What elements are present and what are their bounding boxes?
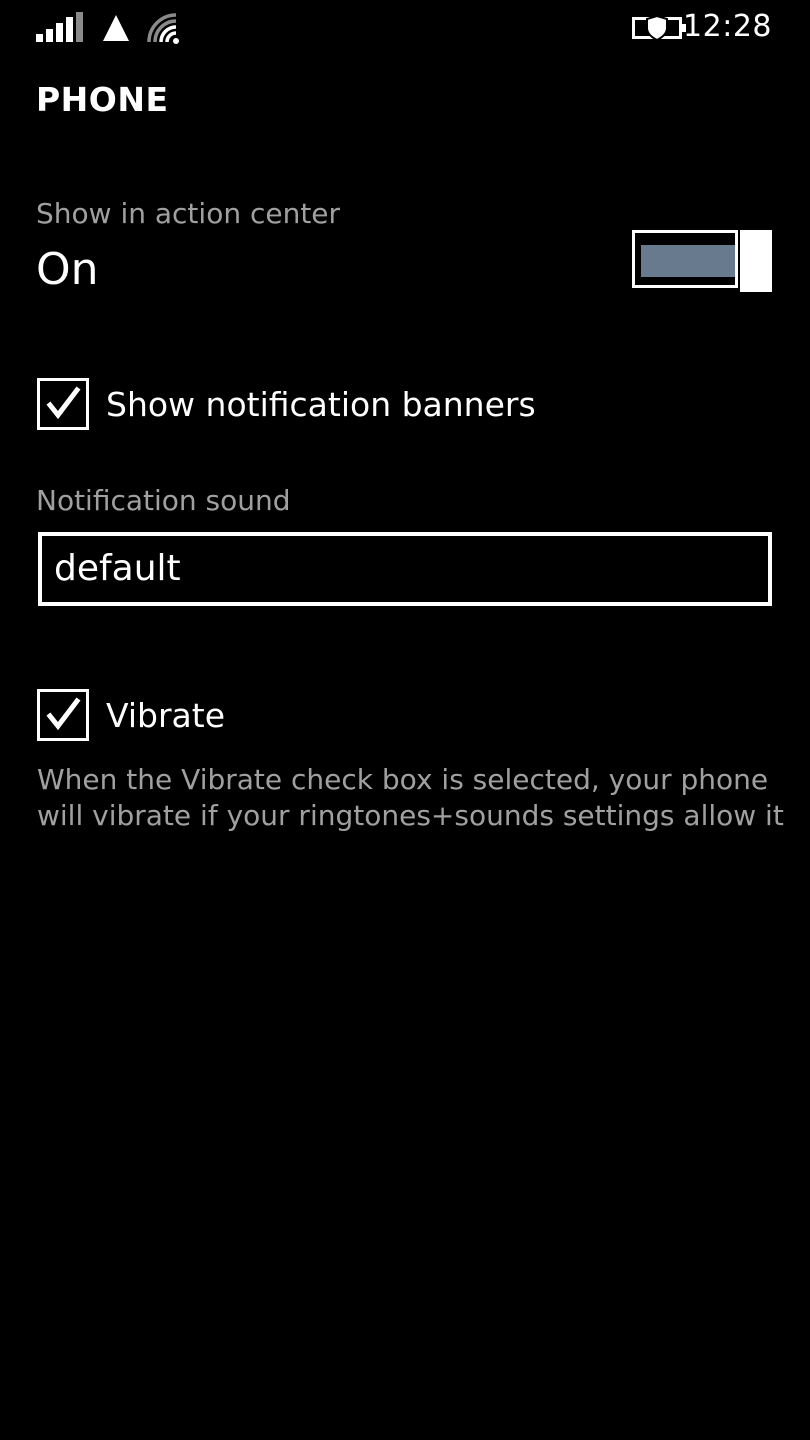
signal-strength-icon bbox=[36, 12, 83, 42]
wifi-icon bbox=[147, 13, 179, 44]
vibrate-label: Vibrate bbox=[106, 695, 225, 735]
action-center-toggle[interactable] bbox=[632, 230, 772, 292]
toggle-thumb[interactable] bbox=[740, 230, 772, 292]
battery-saver-icon bbox=[632, 14, 686, 42]
toggle-fill bbox=[641, 245, 735, 277]
page-title: PHONE bbox=[36, 80, 169, 119]
notification-banners-label: Show notification banners bbox=[106, 384, 536, 424]
checkmark-icon bbox=[46, 697, 81, 731]
status-bar: 12:28 bbox=[0, 0, 810, 56]
notification-sound-field[interactable]: default bbox=[38, 532, 772, 606]
checkmark-icon bbox=[46, 386, 81, 420]
notification-banners-row[interactable]: Show notification banners bbox=[37, 378, 536, 430]
action-center-state: On bbox=[36, 244, 99, 295]
vibrate-checkbox[interactable] bbox=[37, 689, 89, 741]
notification-sound-label: Notification sound bbox=[36, 484, 291, 517]
vibrate-row[interactable]: Vibrate bbox=[37, 689, 225, 741]
action-center-label: Show in action center bbox=[36, 197, 341, 230]
notification-banners-checkbox[interactable] bbox=[37, 378, 89, 430]
clock: 12:28 bbox=[683, 9, 772, 44]
vibrate-description: When the Vibrate check box is selected, … bbox=[37, 763, 784, 832]
triangle-data-icon bbox=[103, 15, 129, 41]
